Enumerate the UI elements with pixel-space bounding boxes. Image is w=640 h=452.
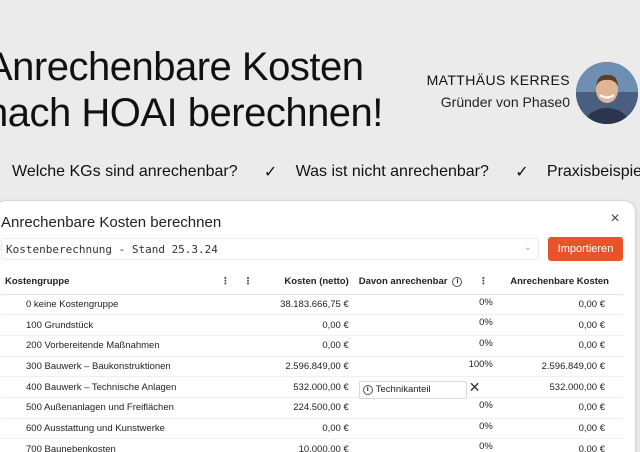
column-menu-icon[interactable]: ⋮ (238, 270, 258, 295)
row-percent-cell[interactable]: 100% (354, 356, 495, 378)
author-name: MATTHÄUS KERRES (426, 72, 570, 88)
row-kosten: 10.000,00 € (257, 438, 355, 452)
row-kosten: 224.500,00 € (257, 397, 355, 419)
feature-item: Praxisbeispiel (546, 163, 640, 180)
panel-title: Anrechenbare Kosten berechnen (1, 214, 222, 231)
row-name: 100 Grundstück (1, 314, 258, 336)
table-row[interactable]: 0 keine Kostengruppe 38.183.666,75 € 0% … (1, 294, 623, 316)
info-icon[interactable]: i (452, 276, 463, 287)
row-percent: 0% (479, 337, 493, 349)
table-row[interactable]: 200 Vorbereitende Maßnahmen 0,00 € 0% 0,… (1, 335, 623, 357)
row-anrechenbar: 0,00 € (494, 418, 623, 440)
close-icon[interactable]: ✕ (469, 379, 481, 396)
check-icon: ✓ (515, 164, 529, 181)
row-percent: 0% (479, 441, 493, 452)
column-header-kostengruppe[interactable]: Kostengruppe (1, 270, 213, 295)
row-percent: 0% (479, 317, 493, 329)
row-name: 400 Bauwerk – Technische Anlagen (1, 376, 258, 398)
column-header-davon-label: Davon anrechenbar (358, 276, 448, 288)
table-row[interactable]: 300 Bauwerk – Baukonstruktionen 2.596.84… (1, 356, 623, 378)
row-anrechenbar: 2.596.849,00 € (494, 356, 623, 378)
row-percent: 100% (468, 358, 493, 370)
column-menu-icon[interactable]: ⋮ (212, 270, 239, 295)
row-percent-cell[interactable]: i Technikanteil ✕ (354, 376, 495, 400)
row-percent-cell[interactable]: 0% (354, 418, 495, 440)
row-anrechenbar: 532.000,00 € (494, 376, 623, 398)
avatar (576, 62, 638, 124)
cost-table: Kostengruppe ⋮ ⋮ Kosten (netto) Davon an… (1, 270, 623, 452)
column-header-anrechenbar[interactable]: Anrechenbare Kosten (494, 270, 623, 295)
row-percent-cell[interactable]: 0% (354, 314, 495, 336)
row-percent-cell[interactable]: 0% (354, 438, 495, 452)
import-button[interactable]: Importieren (548, 237, 623, 261)
hero-title-line1: Anrechenbare Kosten (0, 45, 364, 89)
hero-title-line2: nach HOAI berechnen! (0, 91, 383, 135)
row-anrechenbar: 0,00 € (494, 314, 623, 336)
row-kosten: 2.596.849,00 € (257, 356, 355, 378)
row-kosten: 0,00 € (257, 418, 355, 440)
tag-label: Technikanteil (375, 384, 431, 396)
row-name: 300 Bauwerk – Baukonstruktionen (1, 356, 258, 378)
cost-calculation-select[interactable]: Kostenberechnung - Stand 25.3.24 ⌄ (1, 238, 539, 260)
feature-item: Was ist nicht anrechenbar? (295, 163, 489, 180)
row-anrechenbar: 0,00 € (494, 397, 623, 419)
row-kosten: 532.000,00 € (257, 376, 355, 398)
row-kosten: 0,00 € (257, 335, 355, 357)
row-name: 700 Baunebenkosten (1, 438, 258, 452)
row-percent: 0% (479, 399, 493, 411)
table-row[interactable]: 700 Baunebenkosten 10.000,00 € 0% 0,00 € (1, 438, 623, 452)
row-name: 0 keine Kostengruppe (1, 294, 258, 316)
chevron-down-icon: ⌄ (523, 242, 532, 253)
column-header-davon[interactable]: Davon anrechenbar i (354, 270, 472, 295)
row-kosten: 0,00 € (257, 314, 355, 336)
column-header-kosten[interactable]: Kosten (netto) (257, 270, 355, 295)
column-menu-icon[interactable]: ⋮ (471, 270, 495, 295)
hero-title: Anrechenbare Kosten nach HOAI berechnen! (0, 44, 383, 136)
check-icon: ✓ (263, 164, 278, 181)
table-row[interactable]: 500 Außenanlagen und Freiflächen 224.500… (1, 397, 623, 419)
feature-list: Welche KGs sind anrechenbar? ✓ Was ist n… (12, 162, 640, 182)
row-name: 500 Außenanlagen und Freiflächen (1, 397, 258, 419)
row-percent: 0% (479, 420, 493, 432)
row-name: 200 Vorbereitende Maßnahmen (1, 335, 258, 357)
row-percent: 0% (479, 296, 493, 308)
row-percent-cell[interactable]: 0% (354, 397, 495, 419)
feature-item: Welche KGs sind anrechenbar? (12, 163, 238, 180)
close-icon[interactable]: × (607, 211, 623, 227)
table-row[interactable]: 400 Bauwerk – Technische Anlagen 532.000… (1, 376, 623, 400)
row-percent-cell[interactable]: 0% (354, 335, 495, 357)
table-header-row: Kostengruppe ⋮ ⋮ Kosten (netto) Davon an… (1, 270, 623, 295)
row-percent-cell[interactable]: 0% (354, 294, 495, 316)
calculator-panel: Anrechenbare Kosten berechnen × Kostenbe… (0, 200, 636, 452)
row-name: 600 Ausstattung und Kunstwerke (1, 418, 258, 440)
author-info: MATTHÄUS KERRES Gründer von Phase0 (420, 72, 570, 110)
table-row[interactable]: 600 Ausstattung und Kunstwerke 0,00 € 0%… (1, 418, 623, 440)
select-value: Kostenberechnung - Stand 25.3.24 (6, 243, 218, 256)
info-icon: i (362, 384, 373, 395)
author-role: Gründer von Phase0 (440, 94, 570, 110)
row-anrechenbar: 0,00 € (494, 335, 623, 357)
table-row[interactable]: 100 Grundstück 0,00 € 0% 0,00 € (1, 314, 623, 336)
row-anrechenbar: 0,00 € (494, 294, 623, 316)
row-kosten: 38.183.666,75 € (257, 294, 355, 316)
row-anrechenbar: 0,00 € (494, 438, 623, 452)
